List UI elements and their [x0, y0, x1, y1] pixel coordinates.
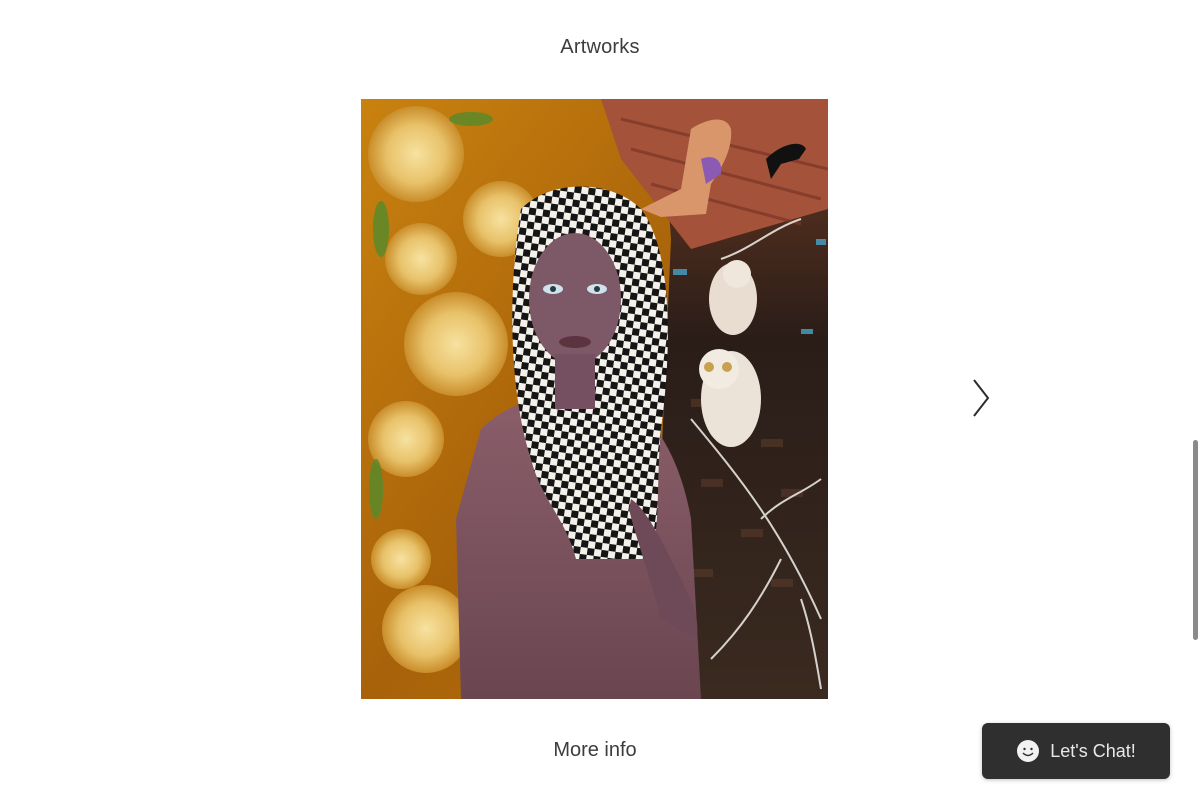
next-arrow-button[interactable]: [966, 374, 996, 422]
smiley-chat-icon: [1016, 739, 1040, 763]
artwork-painting: [361, 99, 828, 699]
artwork-image[interactable]: [361, 99, 828, 699]
lets-chat-button[interactable]: Let's Chat!: [982, 723, 1170, 779]
chevron-right-icon: [973, 379, 990, 417]
scrollbar-thumb[interactable]: [1193, 440, 1198, 640]
page: Artworks More info Let's Chat!: [0, 0, 1200, 796]
chat-label: Let's Chat!: [1050, 740, 1136, 761]
scrollbar-track[interactable]: [1190, 0, 1200, 796]
section-title: Artworks: [560, 36, 640, 58]
